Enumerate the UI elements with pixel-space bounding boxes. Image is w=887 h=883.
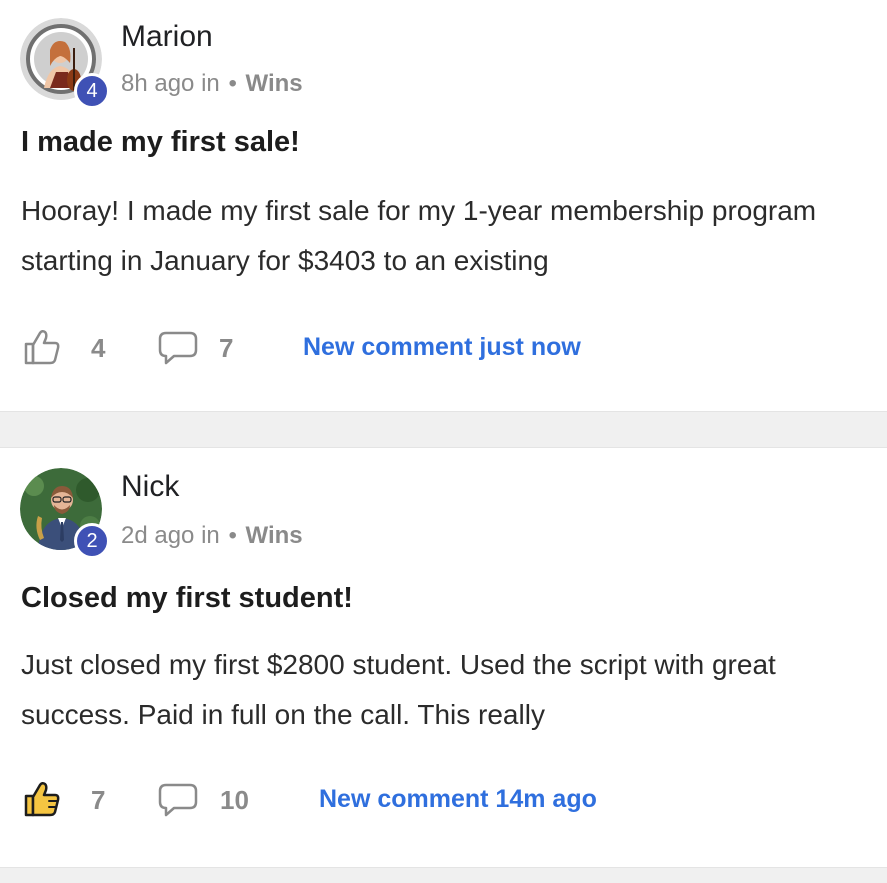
post-meta: 8h ago in • Wins [121, 70, 303, 98]
meta-separator: • [228, 70, 237, 97]
author-avatar[interactable]: 4 [20, 18, 110, 109]
comment-count: 7 [219, 333, 234, 363]
level-badge: 2 [74, 523, 110, 559]
new-comment-link[interactable]: New comment just now [303, 333, 581, 362]
post-actions: 4 7 New comment just now [21, 328, 861, 368]
post-category[interactable]: Wins [246, 70, 303, 97]
post-time: 2d ago in [121, 522, 220, 549]
post-feed: 4 Marion 8h ago in • Wins I made my firs… [0, 0, 887, 883]
post-title[interactable]: I made my first sale! [21, 126, 300, 159]
post-time: 8h ago in [121, 70, 220, 97]
speech-bubble-icon[interactable] [158, 330, 198, 366]
like-count: 7 [91, 785, 106, 815]
author-name[interactable]: Marion [121, 20, 213, 54]
post-card[interactable]: 2 Nick 2d ago in • Wins Closed my first … [0, 448, 887, 867]
author-avatar[interactable]: 2 [20, 468, 110, 559]
post-body[interactable]: Just closed my first $2800 student. Used… [21, 640, 861, 740]
thumbs-up-icon[interactable] [23, 328, 61, 366]
speech-bubble-icon[interactable] [158, 782, 198, 818]
post-body[interactable]: Hooray! I made my first sale for my 1-ye… [21, 186, 861, 286]
post-meta: 2d ago in • Wins [121, 522, 303, 550]
post-card[interactable]: 4 Marion 8h ago in • Wins I made my firs… [0, 0, 887, 411]
meta-separator: • [228, 522, 237, 549]
level-badge: 4 [74, 73, 110, 109]
post-divider [0, 867, 887, 883]
post-category[interactable]: Wins [246, 522, 303, 549]
post-divider [0, 411, 887, 448]
new-comment-link[interactable]: New comment 14m ago [319, 785, 597, 814]
author-name[interactable]: Nick [121, 470, 179, 504]
thumbs-up-icon[interactable] [23, 780, 61, 818]
comment-count: 10 [220, 785, 249, 815]
post-actions: 7 10 New comment 14m ago [21, 780, 861, 820]
like-count: 4 [91, 333, 106, 363]
post-title[interactable]: Closed my first student! [21, 582, 353, 615]
